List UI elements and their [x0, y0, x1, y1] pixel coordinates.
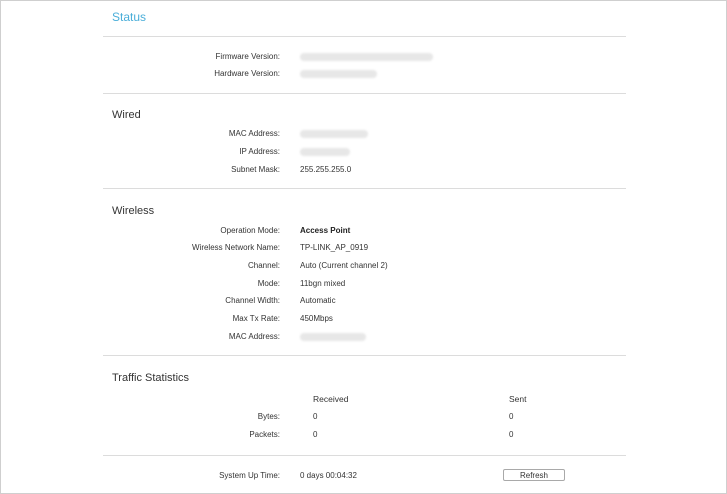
system-up-time-label: System Up Time: [219, 471, 280, 480]
wired-subnet-value: 255.255.255.0 [300, 165, 352, 174]
max-tx-rate-value: 450Mbps [300, 314, 333, 323]
divider [103, 93, 626, 94]
bytes-received-value: 0 [313, 412, 318, 421]
channel-value: Auto (Current channel 2) [300, 261, 388, 270]
hardware-version-value-redacted [300, 70, 377, 78]
firmware-version-value-redacted [300, 53, 433, 61]
wired-ip-value-redacted [300, 148, 350, 156]
system-up-time-value: 0 days 00:04:32 [300, 471, 357, 480]
wireless-mac-value-redacted [300, 333, 366, 341]
divider [103, 455, 626, 456]
traffic-statistics-title: Traffic Statistics [112, 372, 190, 384]
channel-width-value: Automatic [300, 296, 336, 305]
page-title: Status [112, 10, 147, 24]
wireless-section-title: Wireless [112, 205, 155, 217]
wired-mac-label: MAC Address: [228, 129, 280, 138]
bytes-sent-value: 0 [509, 412, 514, 421]
packets-label: Packets: [249, 430, 280, 439]
channel-width-label: Channel Width: [225, 296, 280, 305]
packets-sent-value: 0 [509, 430, 514, 439]
wired-mac-value-redacted [300, 130, 368, 138]
wireless-network-name-value: TP-LINK_AP_0919 [300, 243, 369, 252]
sent-column-header: Sent [509, 394, 527, 404]
divider [103, 355, 626, 356]
divider [103, 36, 626, 37]
max-tx-rate-label: Max Tx Rate: [232, 314, 280, 323]
wired-subnet-label: Subnet Mask: [231, 165, 280, 174]
operation-mode-value: Access Point [300, 226, 351, 235]
wired-ip-label: IP Address: [239, 147, 280, 156]
packets-received-value: 0 [313, 430, 318, 439]
wired-section-title: Wired [112, 109, 141, 121]
refresh-button[interactable]: Refresh [503, 469, 565, 481]
wireless-mac-label: MAC Address: [228, 332, 280, 341]
bytes-label: Bytes: [257, 412, 280, 421]
divider [103, 188, 626, 189]
operation-mode-label: Operation Mode: [220, 226, 280, 235]
received-column-header: Received [313, 394, 349, 404]
wireless-network-name-label: Wireless Network Name: [191, 243, 280, 252]
mode-value: 11bgn mixed [300, 279, 346, 288]
channel-label: Channel: [247, 261, 280, 270]
mode-label: Mode: [257, 279, 280, 288]
hardware-version-label: Hardware Version: [214, 69, 280, 78]
firmware-version-label: Firmware Version: [215, 52, 280, 61]
